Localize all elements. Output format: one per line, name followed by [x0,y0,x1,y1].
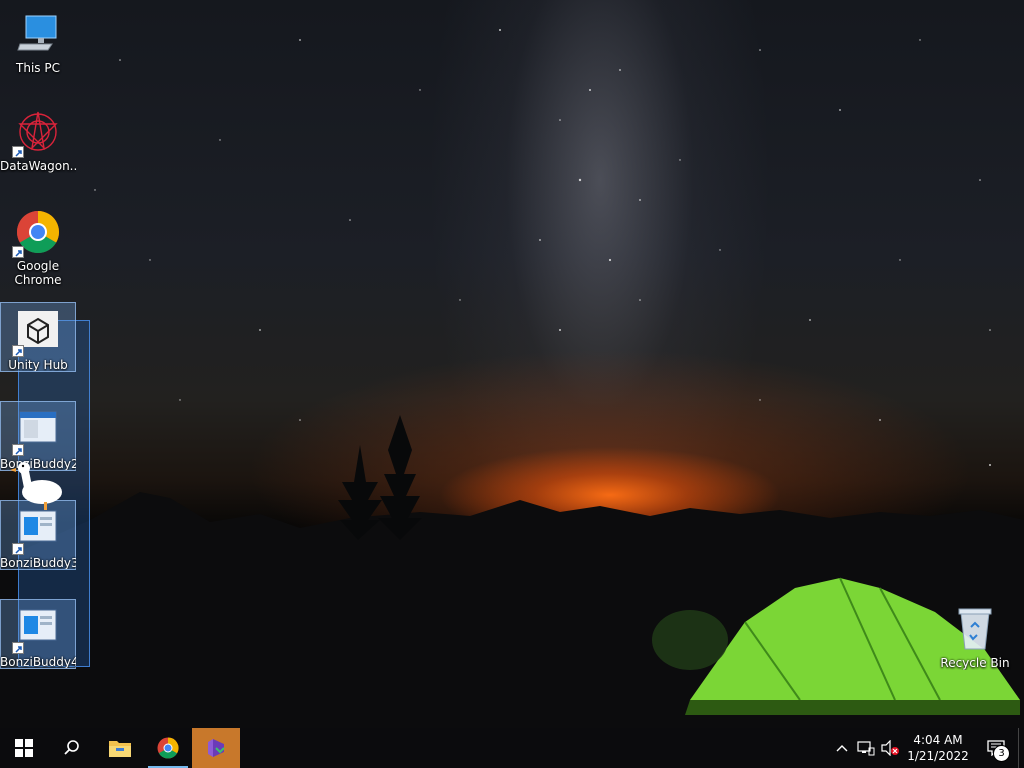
desktop-icon-label: Recycle Bin [940,656,1010,670]
desktop-icon-datawagon[interactable]: DataWagon... [0,104,76,173]
shortcut-arrow-icon [12,246,24,258]
show-desktop-button[interactable] [1018,728,1024,768]
chrome-icon [12,208,62,258]
desktop-icon-label: Google Chrome [14,259,62,287]
taskbar: 4:04 AM 1/21/2022 3 [0,728,1024,768]
unity-hub-icon [12,307,62,357]
visual-studio-installer-icon [208,739,225,757]
start-button[interactable] [0,728,48,768]
action-center-button[interactable]: 3 [974,728,1018,768]
start-icon [15,739,33,757]
search-button[interactable] [48,728,96,768]
taskbar-google-chrome[interactable] [144,728,192,768]
shortcut-arrow-icon [12,543,24,555]
recycle-bin-icon [951,605,999,653]
clock-date: 1/21/2022 [907,749,969,763]
desktop-icon-this-pc[interactable]: This PC [0,6,76,75]
datawagon-icon [12,108,62,158]
desktop-icon-google-chrome[interactable]: Google Chrome [0,204,76,287]
file-explorer-icon [109,741,131,757]
network-button[interactable] [854,728,878,768]
desktop-icon-unity-hub[interactable]: Unity Hub [0,302,76,372]
shortcut-arrow-icon [12,146,24,158]
desktop-icon-label: BonziBuddy3 [0,556,76,569]
search-icon [64,740,79,755]
window-app-icon [12,406,62,456]
taskbar-visual-studio-installer[interactable] [192,728,240,768]
shortcut-arrow-icon [12,642,24,654]
desktop-icon-label: Unity Hub [8,358,68,371]
volume-muted-icon [881,740,899,756]
show-hidden-icons-button[interactable] [830,728,854,768]
taskbar-clock[interactable]: 4:04 AM 1/21/2022 [902,732,974,764]
notification-count-badge: 3 [993,745,1010,762]
desktop-icon-label: BonziBuddy4 [0,655,76,668]
desktop-icon-label: DataWagon... [0,159,76,173]
chevron-up-icon [836,745,848,752]
window-app-icon [12,604,62,654]
network-icon [857,741,875,756]
system-tray: 4:04 AM 1/21/2022 3 [830,728,1024,768]
window-app-icon [12,505,62,555]
goose-icon[interactable] [6,458,66,512]
chrome-icon [157,737,179,759]
shortcut-arrow-icon [12,444,24,456]
desktop-wallpaper [0,0,1024,728]
wallpaper-art [0,29,1024,728]
clock-time: 4:04 AM [913,733,963,747]
taskbar-file-explorer[interactable] [96,728,144,768]
desktop-icon-label: This PC [16,61,60,75]
volume-button[interactable] [878,728,902,768]
desktop-icon-bonzibuddy4[interactable]: BonziBuddy4 [0,599,76,669]
computer-icon [14,10,62,58]
shortcut-arrow-icon [12,345,24,357]
desktop-icon-recycle-bin[interactable]: Recycle Bin [937,601,1013,670]
